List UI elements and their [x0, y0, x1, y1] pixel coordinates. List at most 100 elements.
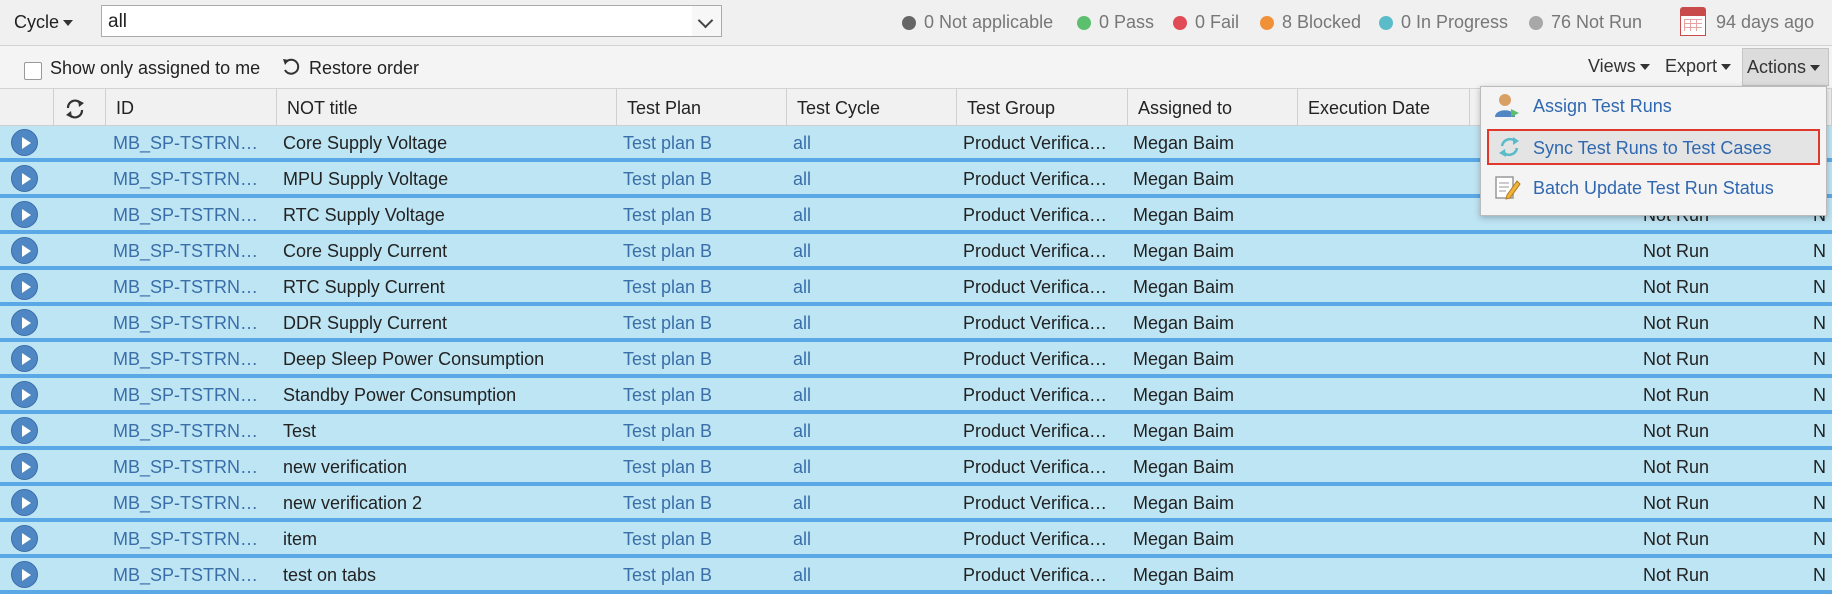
- show-assigned-checkbox[interactable]: [24, 62, 42, 80]
- column-header-test-group[interactable]: Test Group: [957, 89, 1128, 125]
- views-menu-button[interactable]: Views: [1588, 56, 1650, 77]
- cell-id[interactable]: MB_SP-TSTRN…: [113, 277, 271, 298]
- cell-title: new verification 2: [283, 493, 423, 513]
- play-run-icon[interactable]: [11, 417, 38, 444]
- cell-test-plan[interactable]: Test plan B: [623, 133, 783, 154]
- cell-test-cycle[interactable]: all: [793, 169, 953, 190]
- export-menu-button[interactable]: Export: [1665, 56, 1732, 77]
- cell-test-cycle[interactable]: all: [793, 133, 953, 154]
- cell-test-cycle[interactable]: all: [793, 349, 953, 370]
- menu-item-sync-test-runs[interactable]: Sync Test Runs to Test Cases: [1487, 129, 1820, 165]
- cell-assigned-to: Megan Baim: [1133, 133, 1235, 153]
- play-run-icon[interactable]: [11, 345, 38, 372]
- table-row[interactable]: MB_SP-TSTRN… Test Test plan B all Product Ve…: [0, 414, 1832, 450]
- play-run-icon[interactable]: [11, 525, 38, 552]
- cell-test-plan[interactable]: Test plan B: [623, 421, 783, 442]
- cycle-dropdown[interactable]: Cycle: [14, 12, 74, 33]
- cell-id[interactable]: MB_SP-TSTRN…: [113, 241, 271, 262]
- play-run-icon[interactable]: [11, 561, 38, 588]
- table-row[interactable]: MB_SP-TSTRN… new verification Test plan B a…: [0, 450, 1832, 486]
- cell-id[interactable]: MB_SP-TSTRN…: [113, 529, 271, 550]
- restore-order-icon[interactable]: [280, 56, 302, 78]
- cell-test-group: Product Verifica…: [963, 169, 1108, 189]
- cell-assigned-to: Megan Baim: [1133, 277, 1235, 297]
- status-dot-icon: [1077, 16, 1091, 30]
- cycle-label: Cycle: [14, 12, 60, 32]
- column-header-test-cycle[interactable]: Test Cycle: [787, 89, 957, 125]
- cell-test-cycle[interactable]: all: [793, 457, 953, 478]
- cell-test-cycle[interactable]: all: [793, 565, 953, 586]
- cell-id[interactable]: MB_SP-TSTRN…: [113, 385, 271, 406]
- cell-id[interactable]: MB_SP-TSTRN…: [113, 205, 271, 226]
- cycle-select-toggle[interactable]: [692, 5, 722, 37]
- cell-id[interactable]: MB_SP-TSTRN…: [113, 133, 271, 154]
- cell-assigned-to: Megan Baim: [1133, 313, 1235, 333]
- menu-item-assign-test-runs[interactable]: Assign Test Runs: [1481, 87, 1826, 123]
- cell-id[interactable]: MB_SP-TSTRN…: [113, 493, 271, 514]
- column-header-title[interactable]: NOT title: [277, 89, 617, 125]
- cell-id[interactable]: MB_SP-TSTRN…: [113, 565, 271, 586]
- table-row[interactable]: MB_SP-TSTRN… Standby Power Consumption Tes…: [0, 378, 1832, 414]
- play-run-icon[interactable]: [11, 165, 38, 192]
- cell-test-plan[interactable]: Test plan B: [623, 565, 783, 586]
- cell-test-plan[interactable]: Test plan B: [623, 277, 783, 298]
- cell-test-plan[interactable]: Test plan B: [623, 313, 783, 334]
- play-run-icon[interactable]: [11, 237, 38, 264]
- play-run-icon[interactable]: [11, 489, 38, 516]
- cell-test-cycle[interactable]: all: [793, 241, 953, 262]
- cell-test-plan[interactable]: Test plan B: [623, 457, 783, 478]
- cell-title: Test: [283, 421, 317, 441]
- cell-id[interactable]: MB_SP-TSTRN…: [113, 457, 271, 478]
- cell-test-plan[interactable]: Test plan B: [623, 241, 783, 262]
- play-run-icon[interactable]: [11, 129, 38, 156]
- cell-assigned-to: Megan Baim: [1133, 241, 1235, 261]
- cell-test-plan[interactable]: Test plan B: [623, 169, 783, 190]
- show-assigned-label[interactable]: Show only assigned to me: [50, 58, 260, 79]
- table-row[interactable]: MB_SP-TSTRN… Deep Sleep Power Consumption…: [0, 342, 1832, 378]
- cell-test-cycle[interactable]: all: [793, 277, 953, 298]
- cell-truncated-column: N: [1813, 565, 1826, 585]
- cell-id[interactable]: MB_SP-TSTRN…: [113, 169, 271, 190]
- table-row[interactable]: MB_SP-TSTRN… RTC Supply Current Test plan …: [0, 270, 1832, 306]
- calendar-icon: [1680, 7, 1706, 36]
- restore-order-button[interactable]: Restore order: [309, 58, 419, 79]
- table-row[interactable]: MB_SP-TSTRN… new verification 2 Test plan …: [0, 486, 1832, 522]
- cell-assigned-to: Megan Baim: [1133, 457, 1235, 477]
- cell-test-plan[interactable]: Test plan B: [623, 493, 783, 514]
- cell-test-cycle[interactable]: all: [793, 313, 953, 334]
- cell-test-cycle[interactable]: all: [793, 205, 953, 226]
- cell-id[interactable]: MB_SP-TSTRN…: [113, 421, 271, 442]
- cell-test-cycle[interactable]: all: [793, 493, 953, 514]
- actions-menu-button[interactable]: Actions: [1742, 48, 1829, 86]
- cell-test-cycle[interactable]: all: [793, 385, 953, 406]
- play-run-icon[interactable]: [11, 453, 38, 480]
- cell-test-cycle[interactable]: all: [793, 421, 953, 442]
- cell-test-plan[interactable]: Test plan B: [623, 385, 783, 406]
- assign-user-icon: [1495, 94, 1519, 117]
- days-ago-label: 94 days ago: [1716, 12, 1815, 32]
- play-run-icon[interactable]: [11, 201, 38, 228]
- status-dot-icon: [1173, 16, 1187, 30]
- cycle-select[interactable]: all: [101, 5, 693, 37]
- table-row[interactable]: MB_SP-TSTRN… DDR Supply Current Test plan …: [0, 306, 1832, 342]
- table-row[interactable]: MB_SP-TSTRN… item Test plan B all Product Ve…: [0, 522, 1832, 558]
- column-header-id[interactable]: ID: [106, 89, 277, 125]
- caret-down-icon: [1639, 64, 1650, 71]
- table-row[interactable]: MB_SP-TSTRN… Core Supply Current Test plan…: [0, 234, 1832, 270]
- cell-test-plan[interactable]: Test plan B: [623, 349, 783, 370]
- cell-test-plan[interactable]: Test plan B: [623, 205, 783, 226]
- play-run-icon[interactable]: [11, 309, 38, 336]
- sync-icon: [66, 99, 84, 119]
- column-header-assigned-to[interactable]: Assigned to: [1128, 89, 1298, 125]
- column-header-execution-date[interactable]: Execution Date: [1298, 89, 1470, 125]
- cell-id[interactable]: MB_SP-TSTRN…: [113, 313, 271, 334]
- cell-test-plan[interactable]: Test plan B: [623, 529, 783, 550]
- play-run-icon[interactable]: [11, 273, 38, 300]
- table-row[interactable]: MB_SP-TSTRN… test on tabs Test plan B all Pr…: [0, 558, 1832, 594]
- column-header-test-plan[interactable]: Test Plan: [617, 89, 787, 125]
- menu-item-batch-update-status[interactable]: Batch Update Test Run Status: [1481, 169, 1826, 205]
- cell-test-group: Product Verifica…: [963, 313, 1108, 333]
- play-run-icon[interactable]: [11, 381, 38, 408]
- cell-test-cycle[interactable]: all: [793, 529, 953, 550]
- cell-id[interactable]: MB_SP-TSTRN…: [113, 349, 271, 370]
